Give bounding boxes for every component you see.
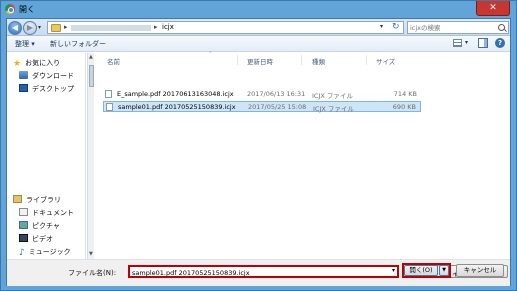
command-toolbar: 整理 ▾ 新しいフォルダー ▾ ? xyxy=(7,36,510,52)
column-header-type[interactable]: 種類 xyxy=(312,56,325,66)
nav-item-label: お気に入り xyxy=(25,59,61,67)
breadcrumb-separator-icon[interactable]: ▸ xyxy=(64,23,68,31)
new-folder-button[interactable]: 新しいフォルダー xyxy=(50,39,106,49)
navigation-scrollbar[interactable]: ▲ ▼ xyxy=(87,53,94,259)
nav-item-label: デスクトップ xyxy=(32,85,74,93)
filename-input[interactable] xyxy=(132,268,387,277)
column-header-size[interactable]: サイズ xyxy=(376,56,395,66)
view-mode-icon[interactable] xyxy=(453,39,462,47)
address-bar[interactable]: ▸ ▸ icjx ▾ ↻ xyxy=(47,21,404,34)
nav-item-label: ダウンロード xyxy=(32,72,74,80)
recent-locations-dropdown-icon[interactable]: ▾ xyxy=(38,24,41,31)
file-name: sample01.pdf 20170525150839.icjx xyxy=(118,103,236,111)
nav-item-documents[interactable]: ドキュメント xyxy=(19,208,74,219)
file-type: ICJX ファイル xyxy=(313,105,354,113)
nav-item-libraries[interactable]: ライブラリ xyxy=(13,195,61,206)
scrollbar-thumb[interactable] xyxy=(89,65,94,87)
file-type: ICJX ファイル xyxy=(312,92,353,100)
file-size: 690 KB xyxy=(392,103,416,111)
desktop-icon xyxy=(19,84,28,92)
filename-dropdown-icon[interactable]: ▾ xyxy=(392,267,395,274)
nav-item-desktop[interactable]: デスクトップ xyxy=(19,84,74,95)
folder-icon xyxy=(51,24,61,32)
column-divider[interactable] xyxy=(366,55,367,65)
open-options-dropdown-icon[interactable]: ▼ xyxy=(439,265,449,276)
nav-item-downloads[interactable]: ダウンロード xyxy=(19,71,74,82)
file-row[interactable]: E_sample.pdf 20170613163048.icjx 2017/06… xyxy=(103,89,421,100)
search-input[interactable] xyxy=(410,23,496,33)
column-header-name[interactable]: 名前 xyxy=(107,56,120,66)
open-button[interactable]: 開く(O) xyxy=(404,265,438,276)
download-folder-icon xyxy=(19,71,28,79)
address-dropdown-icon[interactable]: ▾ xyxy=(380,23,383,30)
view-mode-dropdown-icon[interactable]: ▾ xyxy=(465,39,468,46)
file-name: E_sample.pdf 20170613163048.icjx xyxy=(117,90,234,98)
music-icon: ♪ xyxy=(19,248,25,258)
window-title: 開く xyxy=(19,5,35,14)
nav-item-pictures[interactable]: ピクチャ xyxy=(19,221,60,232)
nav-item-label: ビデオ xyxy=(32,235,53,243)
column-divider[interactable] xyxy=(237,55,238,65)
nav-item-label: ライブラリ xyxy=(26,196,61,204)
open-dialog-window: 開く ✕ ◀ ▶ ▾ ▸ ▸ icjx ▾ ↻ 整理 ▾ xyxy=(0,0,517,291)
nav-item-label: ピクチャ xyxy=(32,222,60,230)
nav-item-label: ドキュメント xyxy=(32,209,74,217)
nav-item-label: ミュージック xyxy=(28,248,71,256)
organize-button[interactable]: 整理 ▾ xyxy=(15,39,35,49)
videos-icon xyxy=(19,234,28,242)
file-icon xyxy=(105,90,112,98)
pictures-icon xyxy=(19,221,28,229)
library-icon xyxy=(13,195,22,203)
back-button[interactable]: ◀ xyxy=(8,21,22,35)
filename-label: ファイル名(N): xyxy=(68,269,117,277)
title-bar[interactable]: 開く ✕ xyxy=(1,1,516,18)
file-icon xyxy=(106,103,113,111)
dialog-client: ◀ ▶ ▾ ▸ ▸ icjx ▾ ↻ 整理 ▾ 新しいフォルダー ▾ xyxy=(6,18,511,286)
search-icon xyxy=(498,24,505,31)
sort-indicator-icon: ⌃ xyxy=(208,51,213,57)
file-row-selected[interactable]: sample01.pdf 20170525150839.icjx 2017/05… xyxy=(103,101,421,113)
file-list: ⌃ 名前 更新日時 種類 サイズ E_sample.pdf 2017061316… xyxy=(95,51,510,259)
nav-item-music[interactable]: ♪ ミュージック xyxy=(19,247,71,258)
navigation-pane: ★ お気に入り ダウンロード デスクトップ ライブラリ ドキュメント ピクチャ ビ… xyxy=(7,53,86,259)
breadcrumb-current-folder[interactable]: icjx xyxy=(162,23,174,31)
breadcrumb-separator-icon[interactable]: ▸ xyxy=(154,23,158,31)
column-header-modified[interactable]: 更新日時 xyxy=(247,56,273,66)
star-icon: ★ xyxy=(13,59,22,69)
scroll-up-icon[interactable]: ▲ xyxy=(89,54,93,60)
search-box[interactable] xyxy=(407,21,509,34)
filename-combobox[interactable]: ▾ xyxy=(128,265,399,278)
forward-button[interactable]: ▶ xyxy=(23,21,37,35)
file-modified: 2017/06/13 16:31 xyxy=(247,90,306,98)
help-icon[interactable]: ? xyxy=(495,38,505,48)
file-modified: 2017/05/25 15:08 xyxy=(248,103,307,111)
redacted-path xyxy=(71,25,151,31)
cancel-button[interactable]: キャンセル xyxy=(456,264,504,277)
close-button[interactable]: ✕ xyxy=(476,1,510,16)
documents-icon xyxy=(19,208,28,216)
scroll-down-icon[interactable]: ▼ xyxy=(89,251,93,257)
refresh-icon[interactable]: ↻ xyxy=(392,22,400,32)
nav-item-videos[interactable]: ビデオ xyxy=(19,234,53,245)
column-divider[interactable] xyxy=(301,55,302,65)
file-size: 714 KB xyxy=(393,90,417,98)
nav-item-favorites[interactable]: ★ お気に入り xyxy=(13,58,60,69)
address-row: ◀ ▶ ▾ ▸ ▸ icjx ▾ ↻ xyxy=(7,19,510,36)
preview-pane-icon[interactable] xyxy=(478,38,488,48)
chrome-app-icon xyxy=(5,4,15,14)
